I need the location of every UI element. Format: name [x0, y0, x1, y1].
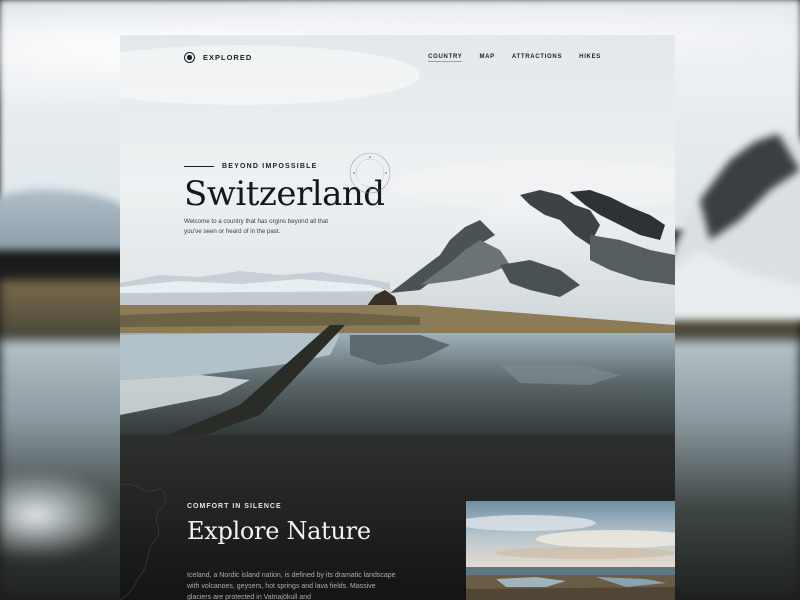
backdrop-right-mountain	[660, 130, 800, 320]
circular-stamp-logo	[349, 152, 391, 194]
coast-photo	[466, 501, 675, 600]
hero-lead: Welcome to a country that has orgins bey…	[184, 218, 328, 235]
eyebrow-divider	[184, 165, 214, 168]
landing-card: EXPLORED COUNTRY MAP ATTRACTIONS HIKES B…	[120, 35, 675, 600]
main-menu: COUNTRY MAP ATTRACTIONS HIKES	[428, 54, 601, 62]
section-title: Explore Nature	[187, 517, 371, 545]
nav-item-country[interactable]: COUNTRY	[428, 54, 463, 62]
brand-name: EXPLORED	[203, 53, 253, 62]
top-nav: EXPLORED COUNTRY MAP ATTRACTIONS HIKES	[120, 35, 675, 81]
brand-logo[interactable]: EXPLORED	[184, 52, 252, 63]
backdrop-foam	[0, 470, 120, 560]
nav-item-map[interactable]: MAP	[479, 54, 494, 62]
coast-thumbnail[interactable]	[466, 501, 675, 600]
nav-item-hikes[interactable]: HIKES	[579, 54, 601, 62]
eyebrow-label: BEYOND IMPOSSIBLE	[222, 163, 318, 170]
section-body: Iceland, a Nordic island nation, is defi…	[187, 572, 396, 600]
nav-item-attractions[interactable]: ATTRACTIONS	[512, 54, 562, 62]
section-kicker: COMFORT IN SILENCE	[187, 503, 282, 510]
target-dot-icon	[184, 52, 195, 63]
